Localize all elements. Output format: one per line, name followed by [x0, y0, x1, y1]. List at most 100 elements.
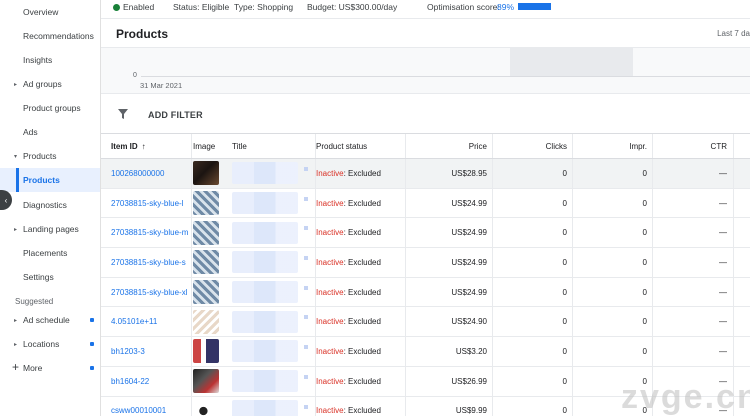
product-image-cell [193, 159, 231, 188]
column-divider [572, 134, 573, 158]
sidebar-item-locations[interactable]: ▸ Locations [0, 332, 100, 356]
column-divider [652, 248, 653, 277]
product-ctr: — [719, 198, 727, 208]
chart-x-axis [141, 76, 750, 77]
product-title-redacted [232, 189, 314, 218]
product-status: Inactive: Excluded [316, 406, 381, 416]
add-filter-button[interactable]: ADD FILTER [148, 110, 203, 120]
sidebar-item-ads[interactable]: Ads [0, 120, 100, 144]
column-divider [315, 337, 316, 366]
table-row[interactable]: bh1203-3 Inactive: Excluded US$3.20 0 0 — [101, 337, 750, 367]
new-indicator-icon [90, 318, 94, 322]
column-divider [652, 277, 653, 307]
item-id-link[interactable]: csww00010001 [111, 397, 191, 416]
redacted-title-block [232, 370, 298, 393]
column-divider [652, 337, 653, 366]
column-divider [315, 159, 316, 188]
product-title-redacted [232, 159, 314, 188]
column-header-ctr[interactable]: CTR [653, 134, 733, 158]
product-thumbnail [193, 369, 219, 394]
column-header-clicks[interactable]: Clicks [493, 134, 573, 158]
item-id-link[interactable]: 27038815-sky-blue-m [111, 218, 191, 247]
sidebar-item-products[interactable]: ▾ Products [0, 144, 100, 168]
filter-icon[interactable] [117, 108, 129, 120]
item-id-link[interactable]: bh1604-22 [111, 367, 191, 396]
column-header-impr[interactable]: Impr. [573, 134, 653, 158]
sidebar-item-recommendations[interactable]: Recommendations [0, 24, 100, 48]
redacted-mark [304, 345, 308, 350]
product-clicks: 0 [562, 168, 567, 178]
column-header-title[interactable]: Title [232, 134, 314, 158]
sidebar-item-ad-groups[interactable]: ▸ Ad groups [0, 72, 100, 96]
column-header-item-id[interactable]: Item ID ↑ [111, 134, 191, 158]
product-price: US$3.20 [455, 346, 487, 356]
table-row[interactable]: 4.05101e+11 Inactive: Excluded US$24.90 0 0 — [101, 307, 750, 338]
enabled-status[interactable]: Enabled [113, 2, 154, 12]
redacted-mark [304, 404, 308, 409]
item-id-link[interactable]: 4.05101e+11 [111, 307, 191, 336]
item-id-link[interactable]: 100268000000 [111, 159, 191, 188]
item-id-link[interactable]: bh1203-3 [111, 337, 191, 366]
redacted-title-block [232, 281, 298, 304]
product-image-cell [193, 189, 231, 218]
sidebar-item-more[interactable]: + More [0, 356, 100, 380]
item-id-link[interactable]: 27038815-sky-blue-l [111, 189, 191, 218]
table-row[interactable]: 100268000000 Inactive: Excluded US$28.95 0 0… [101, 159, 750, 189]
sidebar-item-diagnostics[interactable]: Diagnostics [0, 193, 100, 217]
product-clicks: 0 [562, 228, 567, 238]
column-divider [733, 277, 734, 307]
product-ctr: — [719, 228, 727, 238]
column-divider [405, 277, 406, 307]
column-divider [405, 366, 406, 396]
product-impressions: 0 [642, 317, 647, 327]
table-row[interactable]: 27038815-sky-blue-xl Inactive: Excluded US… [101, 277, 750, 308]
date-range-selector[interactable]: Last 7 da [717, 29, 750, 38]
enabled-dot-icon [113, 4, 120, 11]
product-price: US$24.99 [451, 257, 487, 267]
sidebar-item-label: Settings [23, 272, 54, 282]
product-thumbnail [193, 280, 219, 305]
sidebar-item-label: Diagnostics [23, 200, 67, 210]
column-header-product-status[interactable]: Product status [316, 134, 406, 158]
table-row[interactable]: 27038815-sky-blue-l Inactive: Excluded US$… [101, 188, 750, 219]
column-divider [405, 396, 406, 416]
column-divider [733, 307, 734, 337]
column-divider [191, 337, 192, 366]
column-divider [572, 248, 573, 277]
expand-caret-icon: ▸ [14, 341, 18, 348]
column-divider [572, 218, 573, 248]
product-status: Inactive: Excluded [316, 257, 381, 267]
product-image-cell [193, 218, 231, 247]
sidebar-item-product-groups[interactable]: Product groups [0, 96, 100, 120]
optimisation-score[interactable]: 89% [497, 2, 514, 12]
product-title-redacted [232, 218, 314, 247]
redacted-title-block [232, 251, 298, 274]
item-id-link[interactable]: 27038815-sky-blue-xl [111, 278, 191, 307]
expand-caret-icon: ▾ [14, 153, 18, 160]
product-status: Inactive: Excluded [316, 317, 381, 327]
sidebar-item-overview[interactable]: Overview [0, 0, 100, 24]
optimisation-label: Optimisation score: [427, 2, 500, 12]
sidebar-item-settings[interactable]: Settings [0, 265, 100, 289]
campaign-budget[interactable]: Budget: US$300.00/day [307, 2, 397, 12]
sidebar-item-placements[interactable]: Placements [0, 241, 100, 265]
item-id-link[interactable]: 27038815-sky-blue-s [111, 248, 191, 277]
column-header-price[interactable]: Price [406, 134, 493, 158]
column-divider [652, 218, 653, 248]
column-divider [405, 337, 406, 366]
sidebar-item-landing-pages[interactable]: ▸ Landing pages [0, 217, 100, 241]
column-divider [191, 218, 192, 248]
product-title-redacted [232, 278, 314, 307]
table-row[interactable]: 27038815-sky-blue-s Inactive: Excluded US$… [101, 248, 750, 278]
column-divider [315, 218, 316, 248]
column-divider [315, 188, 316, 218]
sidebar-item-insights[interactable]: Insights [0, 48, 100, 72]
redacted-mark [304, 285, 308, 290]
page-title: Products [116, 27, 169, 41]
table-row[interactable]: 27038815-sky-blue-m Inactive: Excluded US$… [101, 218, 750, 249]
product-clicks: 0 [562, 287, 567, 297]
product-ctr: — [719, 168, 727, 178]
sidebar-item-ad-schedule[interactable]: ▸ Ad schedule [0, 308, 100, 332]
product-clicks: 0 [562, 198, 567, 208]
sidebar-item-products[interactable]: Products [0, 168, 100, 192]
